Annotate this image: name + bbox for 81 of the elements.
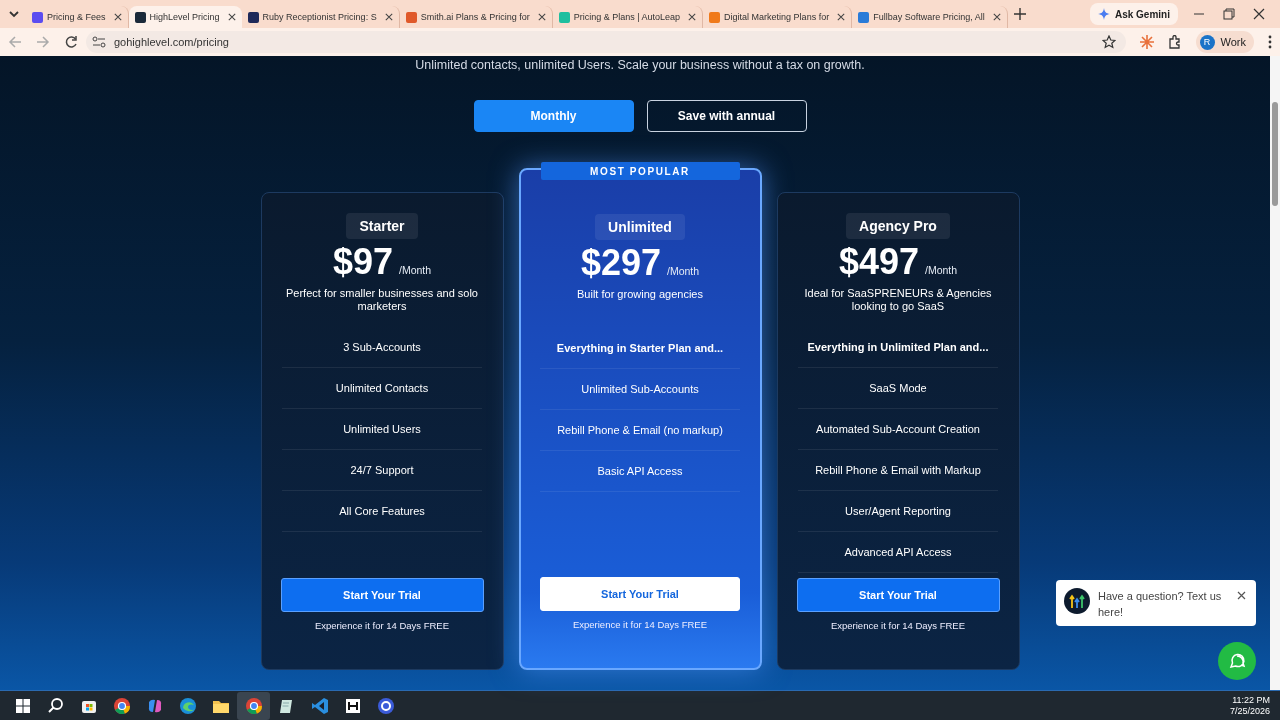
close-icon[interactable] (1237, 591, 1246, 600)
chat-button-icon[interactable] (1218, 642, 1256, 680)
close-icon[interactable] (227, 13, 236, 21)
feature-heading: Everything in Unlimited Plan and... (798, 327, 998, 368)
trial-note: Experience it for 14 Days FREE (830, 620, 966, 631)
chat-message: Have a question? Text us here! (1098, 589, 1223, 620)
extensions-icon[interactable] (1167, 35, 1182, 49)
feature-item: Advanced API Access (798, 532, 998, 573)
code-editor-icon (309, 695, 330, 716)
feature-item: Unlimited Sub-Accounts (540, 369, 740, 410)
plan-description: Perfect for smaller businesses and solo marketers (285, 287, 479, 313)
billing-toggle[interactable]: Save with annual (646, 100, 807, 132)
feature-item: 3 Sub-Accounts (282, 327, 482, 368)
plan-description: Ideal for SaaSPRENEURs & Agencies looking to go SaaS (803, 287, 993, 313)
price-text: $297 (580, 242, 661, 284)
tab-title: Pricing & Fees (47, 12, 106, 22)
scroll-thumb[interactable] (1272, 102, 1278, 206)
close-icon[interactable] (113, 13, 122, 21)
trial-note: Experience it for 14 Days FREE (572, 619, 708, 630)
restore-icon[interactable] (1223, 8, 1235, 20)
close-icon[interactable] (537, 13, 546, 21)
period-text: /Month (667, 265, 700, 277)
star-icon[interactable] (1101, 35, 1116, 49)
sparkle-icon (1097, 8, 1110, 20)
close-icon[interactable] (837, 13, 846, 21)
browser-icon (243, 695, 264, 716)
reload-icon[interactable] (64, 35, 78, 49)
price-text: $497 (838, 241, 919, 283)
feature-heading: Everything in Starter Plan and... (540, 328, 740, 369)
taskbar-app[interactable] (237, 691, 270, 720)
scrollbar[interactable] (1270, 56, 1280, 690)
feature-item: Basic API Access (540, 451, 740, 492)
tab-title: Ruby Receptionist Pricing: S (262, 12, 377, 22)
close-icon[interactable] (688, 13, 697, 21)
ask-button[interactable]: Ask Gemini (1089, 3, 1178, 25)
close-icon[interactable] (992, 13, 1001, 21)
plan-description: Built for growing agencies (576, 288, 704, 302)
profile-button[interactable]: R Work (1195, 31, 1254, 53)
avatar-icon: R (1199, 34, 1215, 50)
trial-button[interactable]: Start Your Trial (796, 578, 1000, 612)
tab-title: Pricing & Plans | AutoLeap (573, 12, 681, 22)
tab-title: HighLevel Pricing (149, 12, 220, 22)
plan-name: Unlimited (595, 214, 685, 240)
tab-title: Digital Marketing Plans for (724, 12, 830, 22)
browser-tab[interactable]: HighLevel Pricing (128, 6, 242, 28)
clock-date[interactable]: 7/25/2026 (1229, 705, 1270, 717)
trial-button[interactable]: Start Your Trial (280, 578, 484, 612)
period-text: /Month (925, 264, 958, 276)
feature-item: All Core Features (282, 491, 482, 532)
browser-icon (177, 695, 198, 716)
logo-icon (1064, 588, 1090, 614)
close-icon[interactable] (384, 13, 393, 21)
feature-item: Rebill Phone & Email (no markup) (540, 410, 740, 451)
browser-icon (111, 695, 132, 716)
plan-name: Agency Pro (846, 213, 950, 239)
subtitle-text: Unlimited contacts, unlimited Users. Scale your business without a tax on growth. (415, 58, 865, 72)
feature-item: 24/7 Support (282, 450, 482, 491)
site-settings-icon[interactable] (92, 36, 106, 48)
burst-icon[interactable] (1139, 35, 1154, 49)
clock-time[interactable]: 11:22 PM (1232, 694, 1270, 706)
feature-item: User/Agent Reporting (798, 491, 998, 532)
price-text: $97 (332, 241, 393, 283)
circle-app-icon (375, 695, 396, 716)
feature-item: SaaS Mode (798, 368, 998, 409)
trial-note: Experience it for 14 Days FREE (314, 620, 450, 631)
trial-button[interactable]: Start Your Trial (540, 577, 740, 611)
close-icon[interactable] (1253, 8, 1265, 20)
address-field[interactable]: gohighlevel.com/pricing (86, 31, 1126, 53)
plan-name: Starter (346, 213, 418, 239)
feature-item: Unlimited Users (282, 409, 482, 450)
billing-toggle[interactable]: Monthly (473, 100, 634, 132)
period-text: /Month (399, 264, 432, 276)
feature-item: Unlimited Contacts (282, 368, 482, 409)
popular-badge: MOST POPULAR (540, 162, 740, 180)
url-text: gohighlevel.com/pricing (114, 36, 229, 48)
feature-item: Automated Sub-Account Creation (798, 409, 998, 450)
feature-item: Rebill Phone & Email with Markup (798, 450, 998, 491)
new-tab-icon[interactable] (1013, 8, 1026, 20)
more-icon[interactable] (1268, 35, 1272, 49)
tab-title: Smith.ai Plans & Pricing for (420, 12, 530, 22)
tab-title: Fullbay Software Pricing, All (873, 12, 985, 22)
